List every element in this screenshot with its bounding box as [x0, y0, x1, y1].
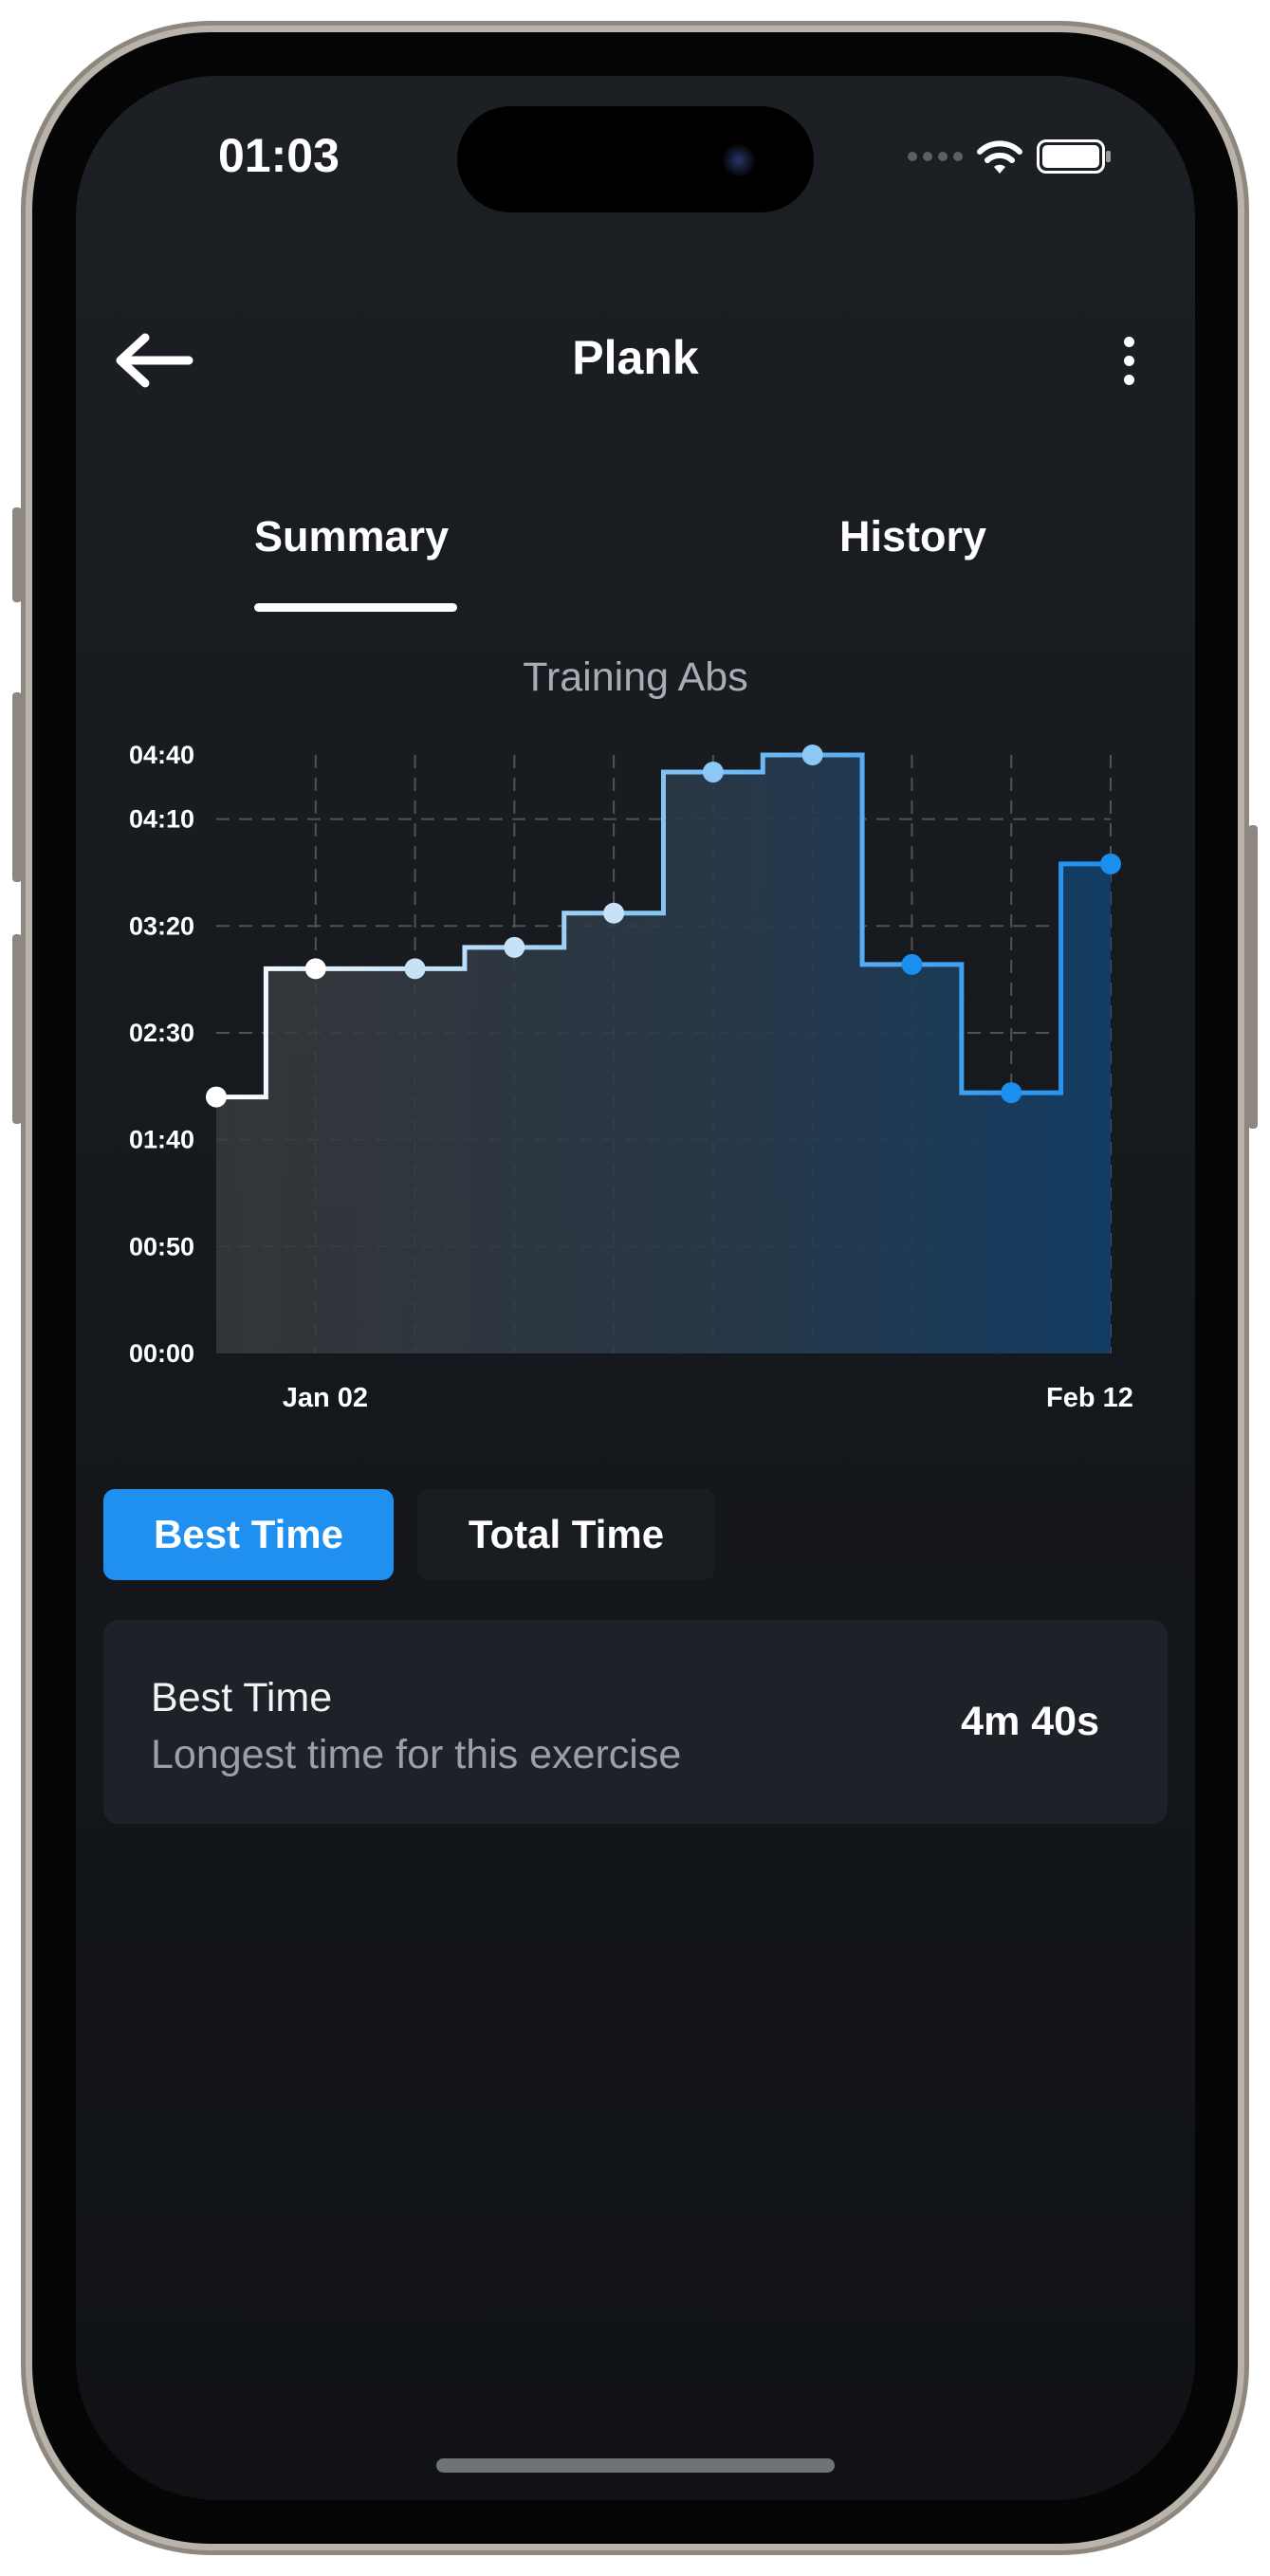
x-tick-label: Feb 12 — [1046, 1383, 1133, 1413]
y-tick-label: 00:00 — [129, 1339, 194, 1368]
power-button — [1248, 825, 1258, 1129]
chart-point[interactable] — [206, 1086, 227, 1108]
action-button — [12, 507, 22, 602]
y-tick-label: 02:30 — [129, 1019, 194, 1047]
metric-selector: Best Time Total Time — [103, 1489, 715, 1580]
x-tick-label: Jan 02 — [283, 1383, 368, 1413]
best-time-value: 4m 40s — [961, 1699, 1099, 1744]
y-tick-label: 04:40 — [129, 741, 194, 769]
y-tick-label: 03:20 — [129, 911, 194, 940]
volume-down-button — [12, 934, 22, 1124]
best-time-button[interactable]: Best Time — [103, 1489, 394, 1580]
y-axis-labels: 00:00 00:50 01:40 02:30 03:20 04:10 04:40 — [129, 741, 194, 1368]
chart-point[interactable] — [304, 958, 326, 980]
card-subtitle: Longest time for this exercise — [151, 1732, 682, 1777]
y-tick-label: 00:50 — [129, 1232, 194, 1260]
x-axis-labels: Jan 02 Feb 12 — [283, 1383, 1133, 1413]
chart-point[interactable] — [603, 902, 625, 924]
y-tick-label: 04:10 — [129, 805, 194, 834]
total-time-button[interactable]: Total Time — [417, 1489, 715, 1580]
chart-point[interactable] — [801, 745, 823, 765]
best-time-chart: 00:00 00:50 01:40 02:30 03:20 04:10 04:40 Jan … — [129, 741, 1133, 1413]
chart-point[interactable] — [404, 958, 426, 980]
chart-point[interactable] — [702, 762, 724, 783]
screen: 01:03 Plank Summary History Training Abs — [76, 76, 1195, 2500]
chart-point[interactable] — [504, 936, 525, 958]
home-indicator — [436, 2458, 835, 2473]
chart-point[interactable] — [1001, 1082, 1022, 1104]
chart-point[interactable] — [901, 953, 923, 975]
volume-up-button — [12, 692, 22, 882]
card-title: Best Time — [151, 1675, 333, 1720]
chart-point[interactable] — [1100, 853, 1121, 874]
best-time-card: Best Time Longest time for this exercise… — [103, 1620, 1168, 1824]
y-tick-label: 01:40 — [129, 1126, 194, 1154]
